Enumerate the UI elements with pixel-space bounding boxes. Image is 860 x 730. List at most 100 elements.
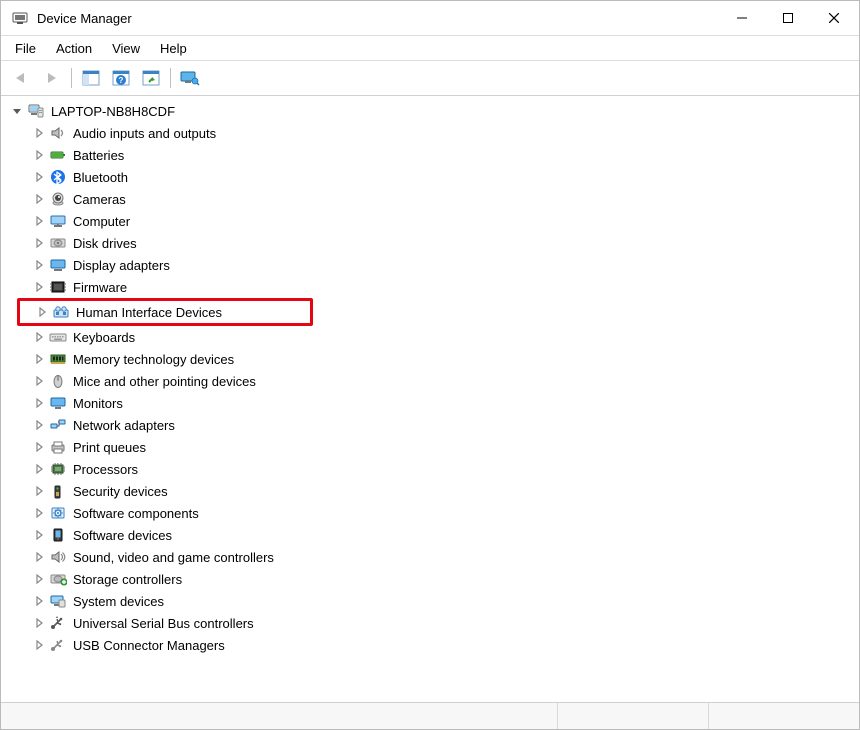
expand-toggle-icon[interactable] [31,615,47,631]
tree-category-label: Storage controllers [71,571,184,588]
expand-toggle-icon[interactable] [31,147,47,163]
tree-category-label: Mice and other pointing devices [71,373,258,390]
expand-toggle-icon[interactable] [31,637,47,653]
keyboard-icon [49,328,67,346]
menu-file-label: File [15,41,36,56]
tree-category[interactable]: Security devices [1,480,859,502]
usb-icon [49,614,67,632]
menu-view-label: View [112,41,140,56]
expand-toggle-icon[interactable] [31,257,47,273]
expand-toggle-icon[interactable] [31,417,47,433]
tree-category-label: Network adapters [71,417,177,434]
tree-category[interactable]: Processors [1,458,859,480]
tree-category[interactable]: USB Connector Managers [1,634,859,656]
arrow-right-icon [43,71,61,85]
tree-category[interactable]: Audio inputs and outputs [1,122,859,144]
toolbar-help-button[interactable]: ? [107,65,135,91]
tree-category-label: Bluetooth [71,169,130,186]
expand-toggle-icon[interactable] [31,213,47,229]
expand-toggle-icon[interactable] [9,103,25,119]
tree-category[interactable]: Memory technology devices [1,348,859,370]
tree-category[interactable]: Computer [1,210,859,232]
device-manager-window: Device Manager File Action View Help [0,0,860,730]
expand-toggle-icon[interactable] [31,373,47,389]
menu-file[interactable]: File [5,36,46,60]
expand-toggle-icon[interactable] [31,505,47,521]
toolbar-back-button[interactable] [8,65,36,91]
battery-icon [49,146,67,164]
menu-action-label: Action [56,41,92,56]
expand-toggle-icon[interactable] [31,279,47,295]
expand-toggle-icon[interactable] [31,571,47,587]
toolbar-tree-button[interactable] [77,65,105,91]
device-tree-pane[interactable]: LAPTOP-NB8H8CDF Audio inputs and outputs… [1,96,859,702]
tree-category[interactable]: Firmware [1,276,859,298]
expand-toggle-icon[interactable] [31,439,47,455]
tree-category-label: System devices [71,593,166,610]
expand-toggle-icon[interactable] [31,593,47,609]
status-bar [1,702,859,729]
tree-category[interactable]: Mice and other pointing devices [1,370,859,392]
expand-toggle-icon[interactable] [31,549,47,565]
printer-icon [49,438,67,456]
tree-category[interactable]: Display adapters [1,254,859,276]
tree-category[interactable]: Sound, video and game controllers [1,546,859,568]
tree-category[interactable]: System devices [1,590,859,612]
menu-action[interactable]: Action [46,36,102,60]
tree-category[interactable]: Software components [1,502,859,524]
expand-toggle-icon[interactable] [31,351,47,367]
tree-category-label: Memory technology devices [71,351,236,368]
tree-category[interactable]: Batteries [1,144,859,166]
menu-view[interactable]: View [102,36,150,60]
toolbar-forward-button[interactable] [38,65,66,91]
monitor-icon [180,70,200,86]
toolbar-properties-button[interactable] [137,65,165,91]
title-bar: Device Manager [1,1,859,36]
tree-category-label: Processors [71,461,140,478]
menu-help[interactable]: Help [150,36,197,60]
svg-text:?: ? [119,76,124,85]
tree-category[interactable]: Disk drives [1,232,859,254]
expand-toggle-icon[interactable] [31,483,47,499]
tree-category[interactable]: Storage controllers [1,568,859,590]
tree-category[interactable]: Keyboards [1,326,859,348]
tree-root[interactable]: LAPTOP-NB8H8CDF [1,100,859,122]
expand-toggle-icon[interactable] [31,395,47,411]
tree-category[interactable]: Human Interface Devices [20,301,310,323]
tree-category-label: Software components [71,505,201,522]
tree-category-label: Security devices [71,483,170,500]
expand-toggle-icon[interactable] [31,329,47,345]
maximize-button[interactable] [765,2,811,34]
expand-toggle-icon[interactable] [31,169,47,185]
expand-toggle-icon[interactable] [31,191,47,207]
tree-category[interactable]: Universal Serial Bus controllers [1,612,859,634]
tree-category-label: Keyboards [71,329,137,346]
menu-help-label: Help [160,41,187,56]
tree-category[interactable]: Monitors [1,392,859,414]
tree-root-label: LAPTOP-NB8H8CDF [49,103,177,120]
properties-icon [142,70,160,86]
tree-category[interactable]: Network adapters [1,414,859,436]
system-icon [49,592,67,610]
monitor-icon [49,394,67,412]
sound-icon [49,548,67,566]
close-button[interactable] [811,2,857,34]
disk-icon [49,234,67,252]
expand-toggle-icon[interactable] [31,461,47,477]
minimize-button[interactable] [719,2,765,34]
expand-toggle-icon[interactable] [31,125,47,141]
tree-category[interactable]: Cameras [1,188,859,210]
expand-toggle-icon[interactable] [31,235,47,251]
tree-category[interactable]: Bluetooth [1,166,859,188]
expand-toggle-icon[interactable] [34,304,50,320]
tree-category[interactable]: Software devices [1,524,859,546]
bluetooth-icon [49,168,67,186]
tree-category-label: Monitors [71,395,125,412]
app-icon [11,9,29,27]
expand-toggle-icon[interactable] [31,527,47,543]
toolbar-monitor-button[interactable] [176,65,204,91]
tree-category[interactable]: Print queues [1,436,859,458]
highlight-annotation: Human Interface Devices [17,298,313,326]
firmware-icon [49,278,67,296]
toolbar: ? [1,61,859,96]
